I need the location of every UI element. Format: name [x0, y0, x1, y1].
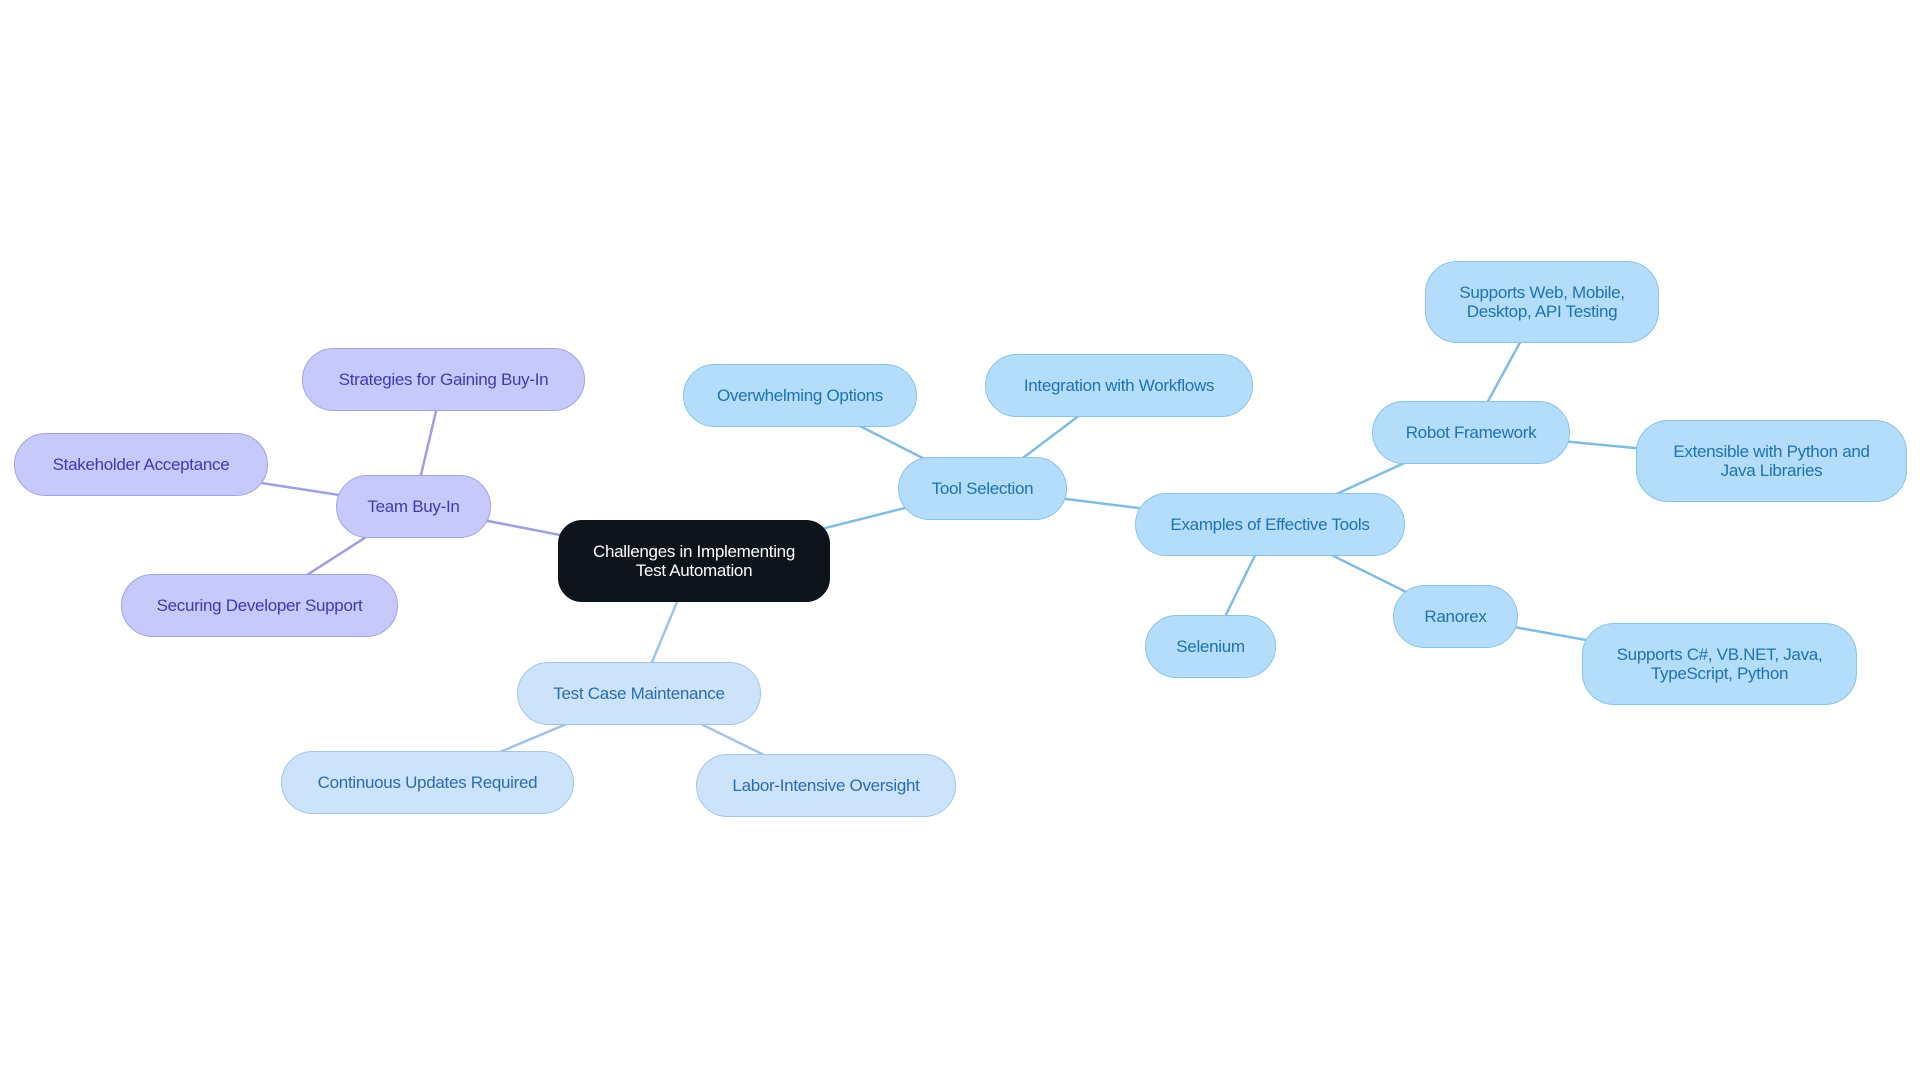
node-robot-supports-label: Supports Web, Mobile, Desktop, API Testi…: [1459, 283, 1625, 321]
node-overwhelming-label: Overwhelming Options: [717, 386, 883, 405]
node-integration-label: Integration with Workflows: [1023, 376, 1215, 395]
node-strategies-label: Strategies for Gaining Buy-In: [338, 370, 549, 389]
node-selenium-label: Selenium: [1176, 637, 1245, 656]
node-securing-developer-support[interactable]: Securing Developer Support: [121, 574, 398, 637]
node-tool-selection-label: Tool Selection: [931, 479, 1034, 498]
node-test-case-maint-label: Test Case Maintenance: [553, 684, 725, 703]
node-robot-label: Robot Framework: [1405, 423, 1537, 442]
node-robot-supports-platforms[interactable]: Supports Web, Mobile, Desktop, API Testi…: [1425, 261, 1659, 343]
edge-layer: [140, 301, 1772, 787]
node-tool-selection[interactable]: Tool Selection: [898, 457, 1067, 520]
node-test-case-maintenance[interactable]: Test Case Maintenance: [517, 662, 761, 725]
node-ranorex-supports-label: Supports C#, VB.NET, Java, TypeScript, P…: [1616, 645, 1823, 683]
node-ranorex-supports-languages[interactable]: Supports C#, VB.NET, Java, TypeScript, P…: [1582, 623, 1857, 705]
node-ranorex[interactable]: Ranorex: [1393, 585, 1518, 648]
node-robot-extensible[interactable]: Extensible with Python and Java Librarie…: [1636, 420, 1907, 502]
mind-map: Challenges in Implementing Test Automati…: [0, 0, 1920, 1083]
root-node-label: Challenges in Implementing Test Automati…: [593, 542, 795, 580]
node-team-buy-in[interactable]: Team Buy-In: [336, 475, 491, 538]
root-node[interactable]: Challenges in Implementing Test Automati…: [558, 520, 830, 602]
node-robot-framework[interactable]: Robot Framework: [1372, 401, 1570, 464]
node-labor-intensive-oversight[interactable]: Labor-Intensive Oversight: [696, 754, 956, 817]
node-selenium[interactable]: Selenium: [1145, 615, 1276, 678]
node-securing-dev-label: Securing Developer Support: [156, 596, 363, 615]
node-labor-intensive-label: Labor-Intensive Oversight: [732, 776, 920, 795]
node-examples-of-effective-tools[interactable]: Examples of Effective Tools: [1135, 493, 1405, 556]
node-stakeholder-acceptance[interactable]: Stakeholder Acceptance: [14, 433, 268, 496]
node-team-buy-in-label: Team Buy-In: [367, 497, 460, 516]
node-overwhelming-options[interactable]: Overwhelming Options: [683, 364, 917, 427]
node-continuous-updates-label: Continuous Updates Required: [317, 773, 538, 792]
node-continuous-updates-required[interactable]: Continuous Updates Required: [281, 751, 574, 814]
node-ranorex-label: Ranorex: [1424, 607, 1487, 626]
node-robot-extensible-label: Extensible with Python and Java Librarie…: [1673, 442, 1870, 480]
node-strategies-for-gaining-buy-in[interactable]: Strategies for Gaining Buy-In: [302, 348, 585, 411]
node-examples-label: Examples of Effective Tools: [1170, 515, 1370, 534]
node-stakeholder-label: Stakeholder Acceptance: [52, 455, 230, 474]
node-integration-with-workflows[interactable]: Integration with Workflows: [985, 354, 1253, 417]
